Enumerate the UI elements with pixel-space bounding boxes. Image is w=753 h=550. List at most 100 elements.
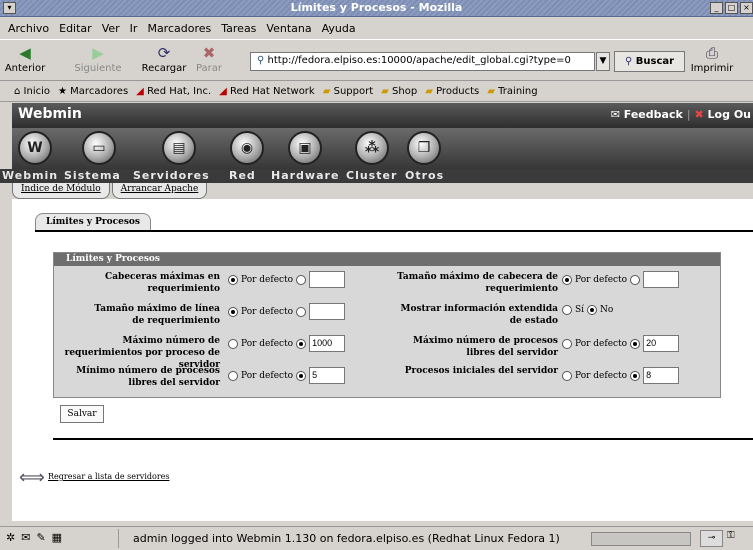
bookmark-marcadores[interactable]: ★ Marcadores <box>58 86 128 97</box>
max-header-size-input[interactable] <box>643 271 680 288</box>
bookmark-training[interactable]: ▰ Training <box>487 86 537 97</box>
category-red[interactable]: Red <box>229 169 256 182</box>
category-sistema[interactable]: Sistema <box>64 169 121 182</box>
max-line-size-default-radio[interactable] <box>228 306 238 317</box>
url-dropdown-button[interactable]: ▼ <box>596 52 610 71</box>
folder-icon: ▰ <box>487 86 495 97</box>
bookmark-label: Marcadores <box>70 86 129 97</box>
minimize-button[interactable]: _ <box>710 2 723 14</box>
start-servers-default-radio[interactable] <box>562 370 572 381</box>
start-servers-input[interactable]: 8 <box>643 367 680 384</box>
servidores-category-icon[interactable]: ▤ <box>162 131 196 165</box>
folder-icon: ▰ <box>381 86 389 97</box>
composer-icon[interactable]: ✎ <box>36 531 45 544</box>
back-arrow-icon[interactable]: ⟺ <box>19 467 45 488</box>
extended-status-no-radio[interactable] <box>587 305 598 315</box>
reload-button[interactable]: ⟳ Recargar <box>140 44 188 74</box>
max-header-size-custom-radio[interactable] <box>630 274 641 285</box>
menu-ver[interactable]: Ver <box>102 22 120 35</box>
home-icon: ⌂ <box>14 86 21 97</box>
extended-status-yes-radio[interactable] <box>562 305 572 315</box>
security-icon[interactable]: ⚿ <box>727 530 735 541</box>
max-line-size-input[interactable] <box>309 303 346 320</box>
webmin-header: Webmin ✉ Feedback | ✖ Log Ou <box>12 103 753 128</box>
module-index-link[interactable]: Indice de Módulo <box>12 183 110 199</box>
window-title: Límites y Procesos - Mozilla <box>290 1 463 14</box>
min-spare-custom-radio[interactable] <box>296 370 307 381</box>
category-webmin[interactable]: Webmin <box>2 169 58 182</box>
navigator-icon[interactable]: ✲ <box>6 531 15 544</box>
start-servers-options: Por defecto 8 <box>562 367 680 384</box>
min-spare-default-radio[interactable] <box>228 370 238 381</box>
search-icon: ⚲ <box>624 56 633 67</box>
logout-link[interactable]: ✖ Log Ou <box>694 108 751 121</box>
max-header-size-default-radio[interactable] <box>562 274 572 285</box>
start-apache-link[interactable]: Arrancar Apache <box>111 183 208 199</box>
max-requests-options: Por defecto 1000 <box>228 335 346 352</box>
feedback-link[interactable]: ✉ Feedback <box>611 108 683 121</box>
menu-ayuda[interactable]: Ayuda <box>322 22 356 35</box>
mail-icon[interactable]: ✉ <box>21 531 30 544</box>
webmin-logo: Webmin <box>18 106 82 122</box>
max-requests-input[interactable]: 1000 <box>309 335 346 352</box>
webmin-category-icon[interactable]: W <box>18 131 52 165</box>
maximize-button[interactable]: □ <box>725 2 738 14</box>
max-headers-custom-radio[interactable] <box>296 274 307 285</box>
bookmark-shop[interactable]: ▰ Shop <box>381 86 417 97</box>
min-spare-input[interactable]: 5 <box>309 367 346 384</box>
otros-category-icon[interactable]: ❒ <box>407 131 441 165</box>
reload-label: Recargar <box>141 63 187 74</box>
back-to-servers-link[interactable]: Regresar a lista de servidores <box>48 472 169 481</box>
max-headers-input[interactable] <box>309 271 346 288</box>
bookmark-redhat[interactable]: ◢ Red Hat, Inc. <box>136 86 211 97</box>
navigation-toolbar: ◀ Anterior ▶ Siguiente ⟳ Recargar ✖ Para… <box>0 39 753 81</box>
category-otros[interactable]: Otros <box>405 169 444 182</box>
back-button[interactable]: ◀ Anterior <box>4 44 46 74</box>
window-title-bar[interactable]: ▾ Límites y Procesos - Mozilla _ □ × <box>0 0 753 17</box>
no-label: No <box>600 305 614 315</box>
address-book-icon[interactable]: ▦ <box>52 531 62 544</box>
category-cluster[interactable]: Cluster <box>346 169 397 182</box>
bookmark-support[interactable]: ▰ Support <box>323 86 373 97</box>
default-label: Por defecto <box>241 338 294 349</box>
save-button[interactable]: Salvar <box>60 405 104 423</box>
hardware-category-icon[interactable]: ▣ <box>288 131 322 165</box>
bookmark-products[interactable]: ▰ Products <box>425 86 479 97</box>
min-spare-label: Mínimo número de procesos libres del ser… <box>76 366 220 388</box>
bookmark-inicio[interactable]: ⌂ Inicio <box>14 86 50 97</box>
red-category-icon[interactable]: ◉ <box>230 131 264 165</box>
form-row: Mínimo número de procesos libres del ser… <box>54 365 720 399</box>
max-requests-custom-radio[interactable] <box>296 338 307 349</box>
max-spare-label: Máximo número de procesos libres del ser… <box>413 336 558 358</box>
forward-button[interactable]: ▶ Siguiente <box>70 44 126 74</box>
reload-icon: ⟳ <box>157 44 171 62</box>
category-servidores[interactable]: Servidores <box>133 169 210 182</box>
status-icons: ✲ ✉ ✎ ▦ <box>6 531 62 544</box>
stop-button[interactable]: ✖ Parar <box>192 44 226 74</box>
cluster-category-icon[interactable]: ⁂ <box>355 131 389 165</box>
sistema-category-icon[interactable]: ▭ <box>82 131 116 165</box>
print-button[interactable]: ⎙ Imprimir <box>690 44 734 74</box>
start-servers-custom-radio[interactable] <box>630 370 641 381</box>
max-line-size-custom-radio[interactable] <box>296 306 307 317</box>
menu-archivo[interactable]: Archivo <box>8 22 49 35</box>
menu-editar[interactable]: Editar <box>59 22 92 35</box>
page-icon: ⚲ <box>257 55 265 66</box>
max-spare-custom-radio[interactable] <box>630 338 641 349</box>
default-label: Por defecto <box>241 274 294 285</box>
menu-ventana[interactable]: Ventana <box>266 22 311 35</box>
menu-ir[interactable]: Ir <box>130 22 138 35</box>
tab-limits-processes[interactable]: Límites y Procesos <box>35 213 151 231</box>
category-hardware[interactable]: Hardware <box>271 169 339 182</box>
max-requests-default-radio[interactable] <box>228 338 238 349</box>
max-headers-default-radio[interactable] <box>228 274 238 285</box>
max-spare-input[interactable]: 20 <box>643 335 680 352</box>
menu-tareas[interactable]: Tareas <box>221 22 256 35</box>
url-input[interactable]: ⚲ http://fedora.elpiso.es:10000/apache/e… <box>250 52 595 71</box>
max-spare-default-radio[interactable] <box>562 338 572 349</box>
extended-status-options: Sí No <box>562 305 613 315</box>
bookmark-redhat-network[interactable]: ◢ Red Hat Network <box>219 86 315 97</box>
close-button[interactable]: × <box>740 2 753 14</box>
menu-marcadores[interactable]: Marcadores <box>147 22 211 35</box>
search-button[interactable]: ⚲ Buscar <box>614 51 685 72</box>
